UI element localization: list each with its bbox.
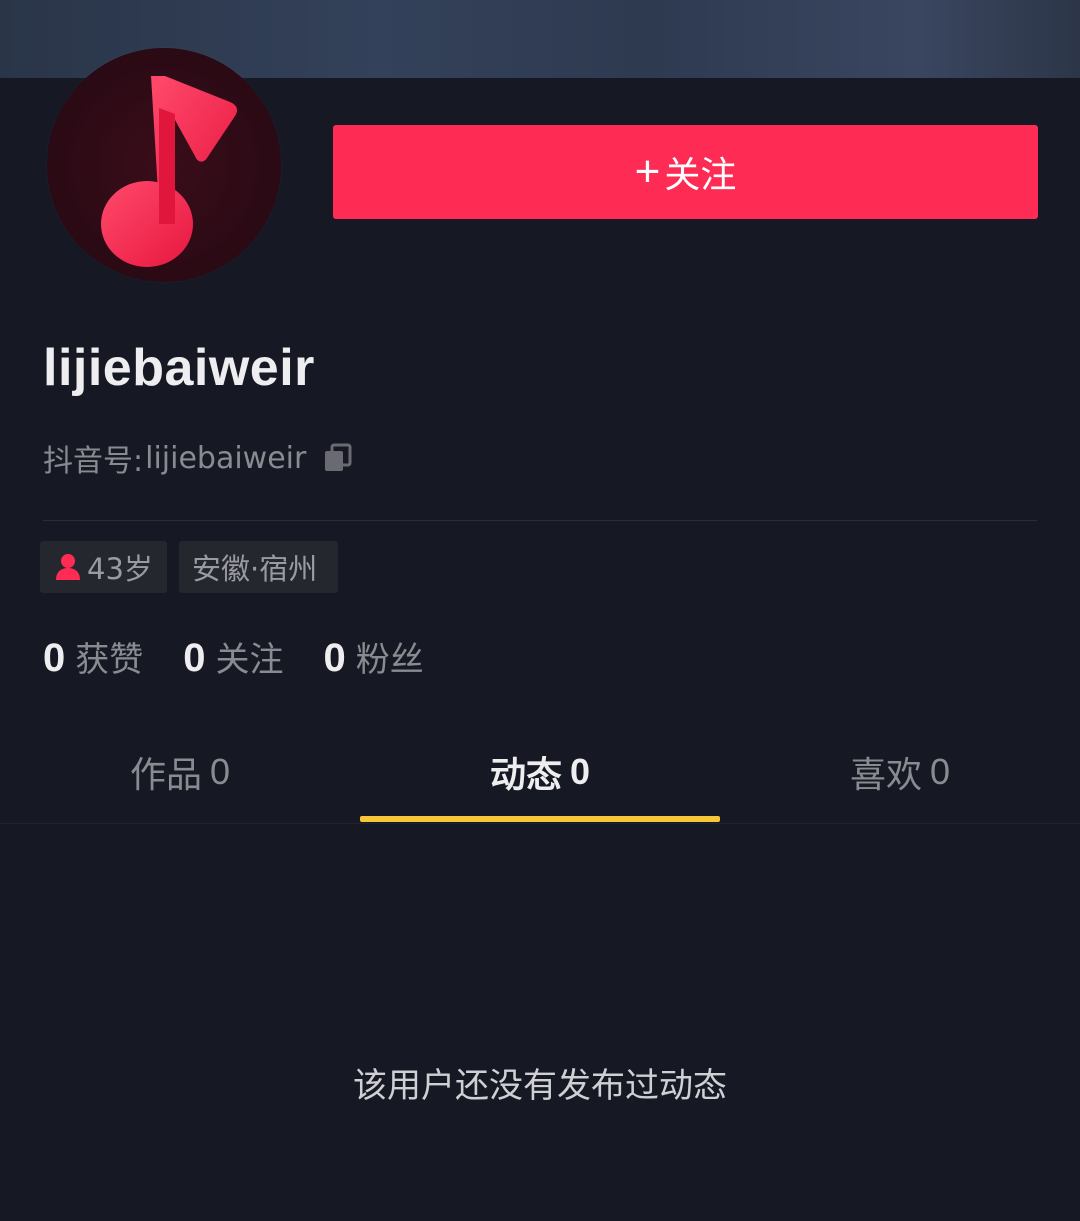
stat-following-label: 关注 xyxy=(215,640,284,680)
douyin-id-value: lijiebaiweir xyxy=(145,440,307,476)
tab-likes[interactable]: 喜欢 0 xyxy=(720,726,1080,818)
douyin-id-prefix: 抖音号: xyxy=(43,444,144,479)
content-tabs: 作品 0 动态 0 喜欢 0 xyxy=(0,726,1080,824)
copy-icon[interactable] xyxy=(322,442,354,474)
tab-works[interactable]: 作品 0 xyxy=(0,726,360,818)
tab-divider xyxy=(0,823,1080,824)
avatar[interactable] xyxy=(47,48,281,282)
age-text: 43岁 xyxy=(87,552,153,586)
tab-likes-count: 0 xyxy=(929,751,951,792)
tab-works-label: 作品 xyxy=(129,755,202,796)
divider xyxy=(43,520,1037,521)
follow-button[interactable]: + 关注 xyxy=(333,125,1038,219)
follow-button-label: 关注 xyxy=(664,154,737,195)
age-tag: 43岁 xyxy=(40,541,167,593)
empty-state-message: 该用户还没有发布过动态 xyxy=(353,1066,727,1106)
profile-page: + 关注 lijiebaiweir 抖音号: lijiebaiweir 43岁 … xyxy=(0,0,1080,1221)
stat-followers[interactable]: 0 粉丝 xyxy=(324,632,424,681)
music-note-icon xyxy=(101,76,238,267)
location-tag: 安徽·宿州 xyxy=(179,541,338,593)
active-tab-indicator xyxy=(360,816,720,822)
plus-icon: + xyxy=(634,147,661,196)
stat-likes-label: 获赞 xyxy=(75,640,144,680)
tab-activity-label: 动态 xyxy=(489,755,562,796)
female-icon xyxy=(56,554,80,580)
username: lijiebaiweir xyxy=(43,339,315,397)
douyin-id-row: 抖音号: lijiebaiweir xyxy=(43,436,354,480)
tab-activity[interactable]: 动态 0 xyxy=(360,726,720,818)
tab-likes-label: 喜欢 xyxy=(849,755,922,796)
stat-likes[interactable]: 0 获赞 xyxy=(43,632,143,681)
tab-works-count: 0 xyxy=(209,751,231,792)
tab-activity-count: 0 xyxy=(569,751,591,792)
stats-row: 0 获赞 0 关注 0 粉丝 xyxy=(43,632,464,681)
stat-likes-count: 0 xyxy=(43,636,66,680)
stat-following[interactable]: 0 关注 xyxy=(183,632,283,681)
location-text: 安徽·宿州 xyxy=(192,552,318,586)
stat-followers-count: 0 xyxy=(323,636,346,680)
stat-followers-label: 粉丝 xyxy=(355,640,424,680)
stat-following-count: 0 xyxy=(183,636,206,680)
